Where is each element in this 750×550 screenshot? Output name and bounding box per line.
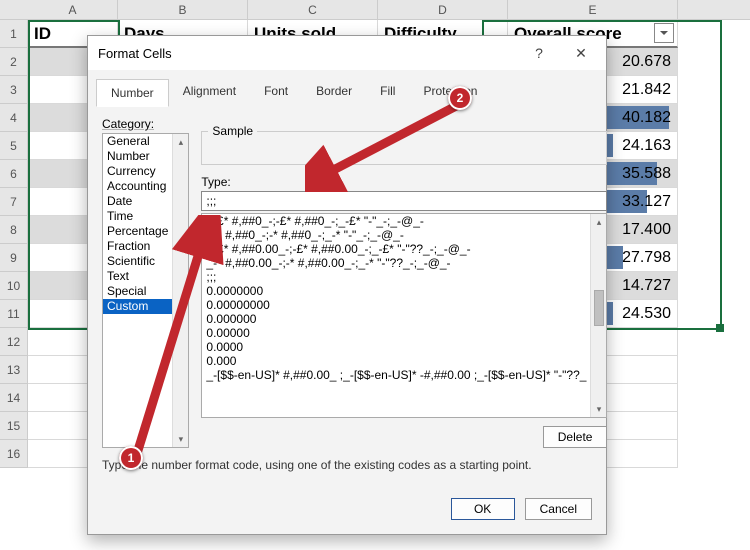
category-item[interactable]: Text xyxy=(103,269,172,284)
row-header[interactable]: 9 xyxy=(0,244,28,272)
close-button[interactable]: ✕ xyxy=(560,36,602,70)
tab-border[interactable]: Border xyxy=(302,78,366,106)
scroll-down-icon[interactable]: ▾ xyxy=(173,431,188,447)
delete-button[interactable]: Delete xyxy=(543,426,608,448)
category-label: Category: xyxy=(102,117,189,131)
sample-groupbox: Sample xyxy=(201,131,607,165)
row-header[interactable]: 7 xyxy=(0,188,28,216)
category-item[interactable]: Currency xyxy=(103,164,172,179)
scroll-up-icon[interactable]: ▴ xyxy=(591,214,606,230)
scrollbar-thumb[interactable] xyxy=(594,290,604,326)
format-item[interactable]: 0.000000 xyxy=(202,312,590,326)
tab-number[interactable]: Number xyxy=(96,79,169,107)
row-header[interactable]: 3 xyxy=(0,76,28,104)
category-item[interactable]: Number xyxy=(103,149,172,164)
format-item[interactable]: _-[$$-en-US]* #,##0.00_ ;_-[$$-en-US]* -… xyxy=(202,368,590,382)
ok-button[interactable]: OK xyxy=(451,498,515,520)
type-input[interactable] xyxy=(201,191,607,211)
hint-text: Type the number format code, using one o… xyxy=(102,458,592,472)
format-item[interactable]: 0.00000000 xyxy=(202,298,590,312)
annotation-badge-1: 1 xyxy=(119,446,143,470)
col-header-B[interactable]: B xyxy=(118,0,248,19)
row-header[interactable]: 15 xyxy=(0,412,28,440)
row-header[interactable]: 1 xyxy=(0,20,28,48)
row-header[interactable]: 12 xyxy=(0,328,28,356)
cancel-button[interactable]: Cancel xyxy=(525,498,592,520)
col-header-E[interactable]: E xyxy=(508,0,678,19)
category-scrollbar[interactable]: ▴ ▾ xyxy=(172,134,188,447)
col-header-D[interactable]: D xyxy=(378,0,508,19)
row-header[interactable]: 16 xyxy=(0,440,28,468)
row-header[interactable]: 8 xyxy=(0,216,28,244)
dialog-tabs: NumberAlignmentFontBorderFillProtection xyxy=(88,70,606,107)
select-all-corner[interactable] xyxy=(0,0,28,19)
format-item[interactable]: 0.0000000 xyxy=(202,284,590,298)
format-item[interactable]: _-* #,##0.00_-;-* #,##0.00_-;_-* "-"??_-… xyxy=(202,256,590,270)
tab-alignment[interactable]: Alignment xyxy=(169,78,250,106)
category-item[interactable]: General xyxy=(103,134,172,149)
filter-dropdown-icon[interactable] xyxy=(654,23,674,43)
annotation-badge-2: 2 xyxy=(448,86,472,110)
scroll-down-icon[interactable]: ▾ xyxy=(591,401,606,417)
row-header[interactable]: 4 xyxy=(0,104,28,132)
format-item[interactable]: _-£* #,##0_-;-£* #,##0_-;_-£* "-"_-;_-@_… xyxy=(202,214,590,228)
category-item[interactable]: Date xyxy=(103,194,172,209)
category-item[interactable]: Time xyxy=(103,209,172,224)
scroll-up-icon[interactable]: ▴ xyxy=(173,134,188,150)
dialog-title: Format Cells xyxy=(98,46,518,61)
row-header[interactable]: 14 xyxy=(0,384,28,412)
format-listbox[interactable]: _-£* #,##0_-;-£* #,##0_-;_-£* "-"_-;_-@_… xyxy=(201,213,607,418)
column-header-row: A B C D E xyxy=(0,0,750,20)
row-header[interactable]: 13 xyxy=(0,356,28,384)
col-header-A[interactable]: A xyxy=(28,0,118,19)
dialog-titlebar: Format Cells ? ✕ xyxy=(88,36,606,70)
row-header[interactable]: 2 xyxy=(0,48,28,76)
format-scrollbar[interactable]: ▴ ▾ xyxy=(590,214,606,417)
format-item[interactable]: 0.00000 xyxy=(202,326,590,340)
row-header[interactable]: 11 xyxy=(0,300,28,328)
format-item[interactable]: _-* #,##0_-;-* #,##0_-;_-* "-"_-;_-@_- xyxy=(202,228,590,242)
sample-label: Sample xyxy=(208,124,257,138)
format-item[interactable]: ;;; xyxy=(202,270,590,284)
tab-font[interactable]: Font xyxy=(250,78,302,106)
col-header-C[interactable]: C xyxy=(248,0,378,19)
category-item[interactable]: Scientific xyxy=(103,254,172,269)
category-item[interactable]: Custom xyxy=(103,299,172,314)
type-label: Type: xyxy=(201,175,607,189)
help-button[interactable]: ? xyxy=(518,36,560,70)
category-item[interactable]: Special xyxy=(103,284,172,299)
format-cells-dialog: Format Cells ? ✕ NumberAlignmentFontBord… xyxy=(87,35,607,535)
tab-fill[interactable]: Fill xyxy=(366,78,409,106)
category-item[interactable]: Fraction xyxy=(103,239,172,254)
row-header[interactable]: 10 xyxy=(0,272,28,300)
row-header[interactable]: 5 xyxy=(0,132,28,160)
category-item[interactable]: Accounting xyxy=(103,179,172,194)
category-listbox[interactable]: GeneralNumberCurrencyAccountingDateTimeP… xyxy=(102,133,189,448)
format-item[interactable]: 0.000 xyxy=(202,354,590,368)
category-item[interactable]: Percentage xyxy=(103,224,172,239)
format-item[interactable]: _-£* #,##0.00_-;-£* #,##0.00_-;_-£* "-"?… xyxy=(202,242,590,256)
row-header[interactable]: 6 xyxy=(0,160,28,188)
format-item[interactable]: 0.0000 xyxy=(202,340,590,354)
dialog-button-row: OK Cancel xyxy=(88,488,606,534)
